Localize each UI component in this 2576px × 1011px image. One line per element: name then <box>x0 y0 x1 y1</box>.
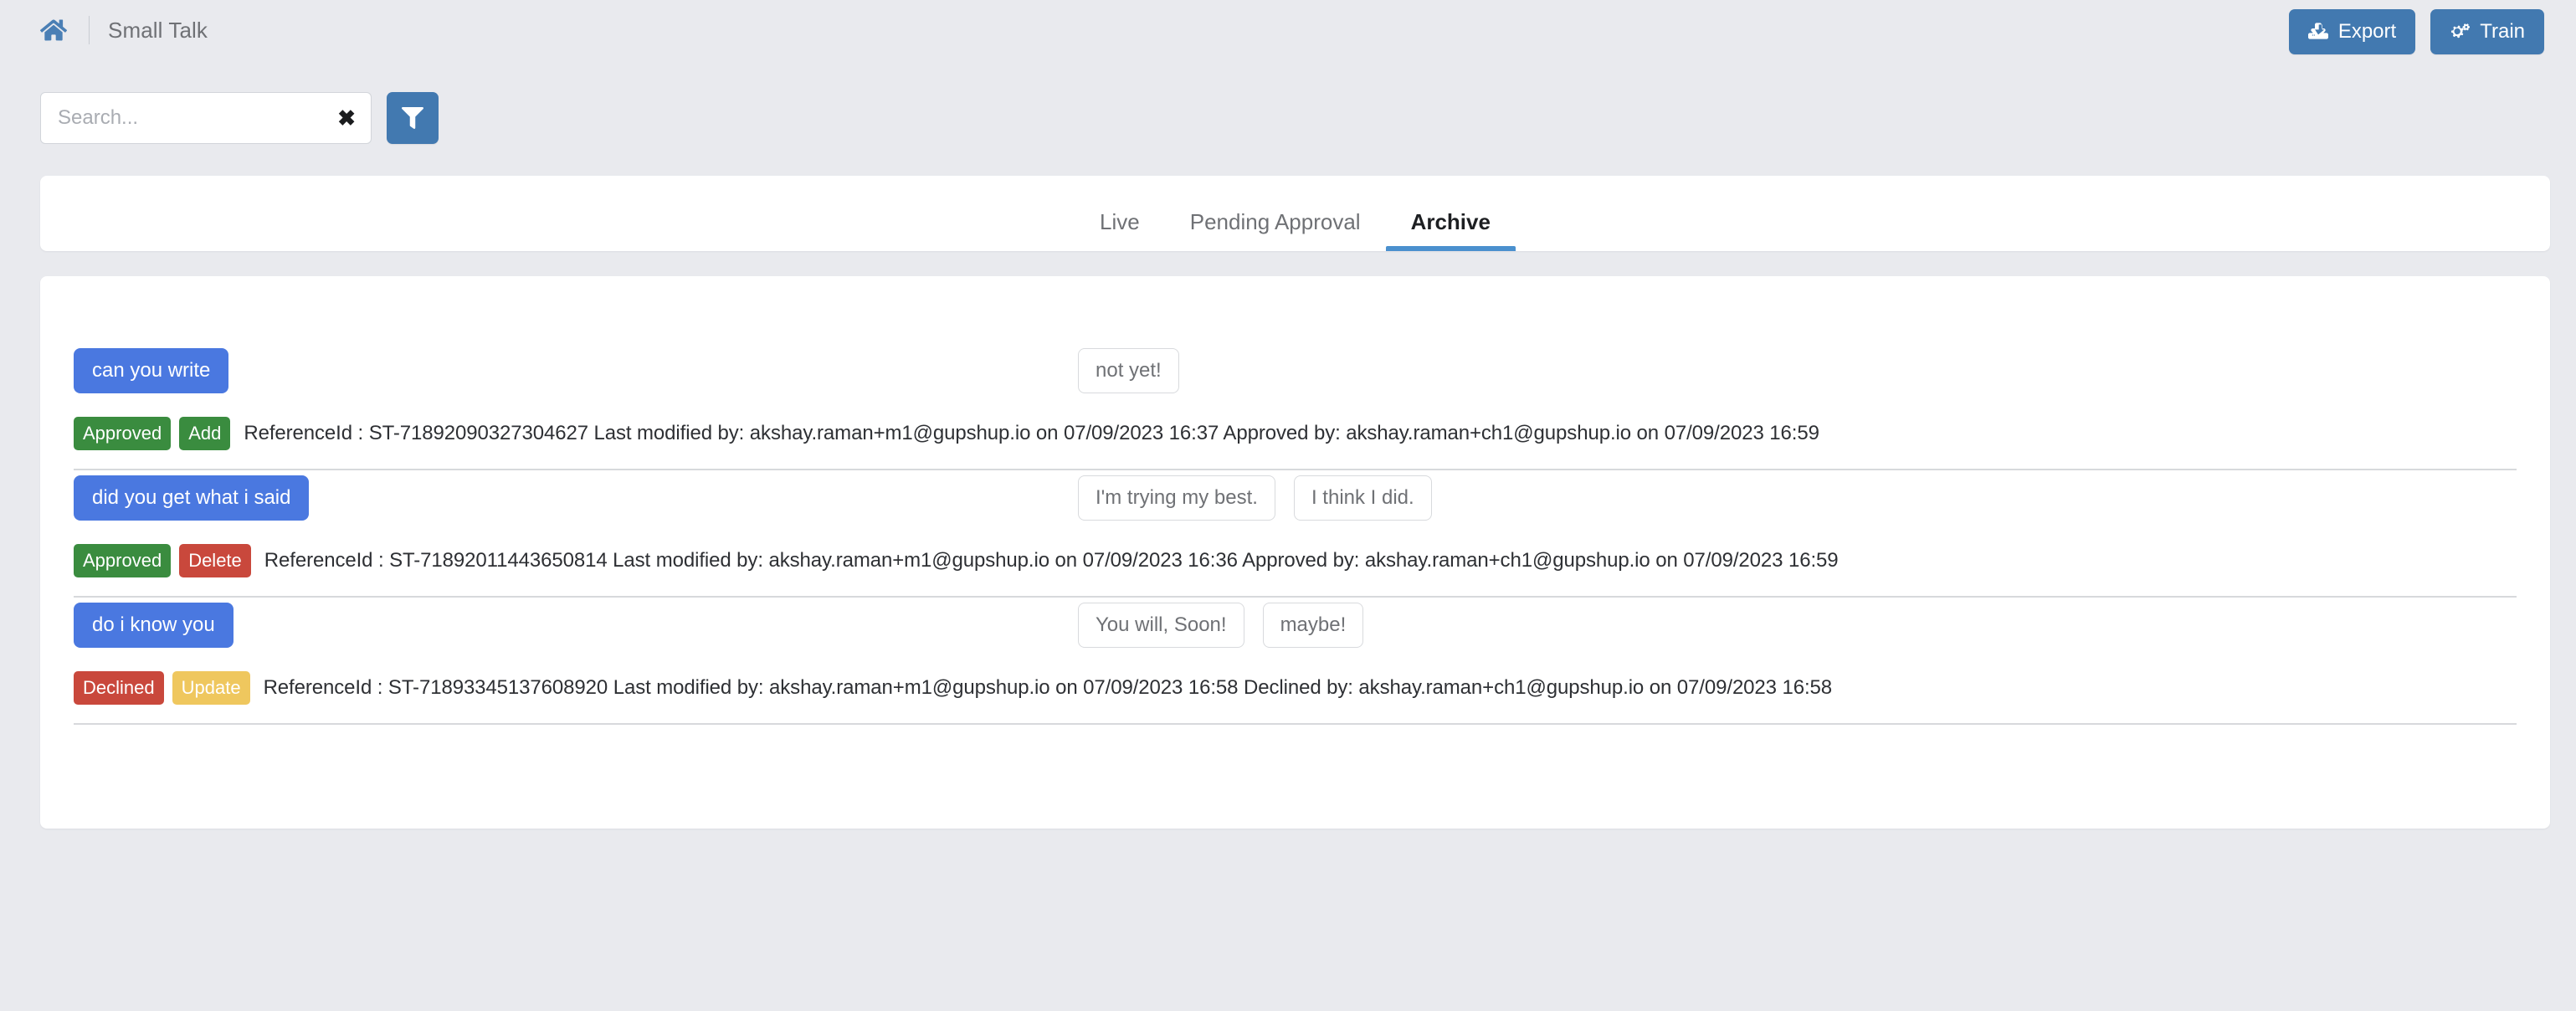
tab-list: Live Pending Approval Archive <box>1075 211 1516 251</box>
app-root: Small Talk Export Train Search... ✖ Live… <box>0 0 2576 1011</box>
search-toolbar: ✖ <box>40 92 439 144</box>
tabs-card: Live Pending Approval Archive <box>40 176 2550 251</box>
row-meta: Declined Update ReferenceId : ST-7189334… <box>74 671 2517 705</box>
status-badge: Approved <box>74 417 172 450</box>
qa-line: can you write not yet! <box>74 343 2517 398</box>
home-icon[interactable] <box>40 16 69 44</box>
search-field-wrapper: ✖ <box>40 92 372 144</box>
row-meta-text: ReferenceId : ST-71893345137608920 Last … <box>263 676 1833 699</box>
table-row: do i know you You will, Soon! maybe! Dec… <box>74 598 2517 725</box>
train-button[interactable]: Train <box>2430 9 2544 54</box>
status-badge: Approved <box>74 544 172 577</box>
row-meta: Approved Delete ReferenceId : ST-7189201… <box>74 544 2517 577</box>
search-input[interactable] <box>41 93 371 143</box>
status-badge: Declined <box>74 671 164 705</box>
answer-bubble[interactable]: maybe! <box>1262 602 1364 649</box>
question-column: did you get what i said <box>74 475 1078 521</box>
breadcrumb: Small Talk <box>40 12 208 49</box>
filter-icon <box>402 107 423 129</box>
answer-bubble[interactable]: I'm trying my best. <box>1078 475 1275 521</box>
answer-column: You will, Soon! maybe! <box>1078 602 1364 649</box>
table-row: can you write not yet! Approved Add Refe… <box>74 343 2517 470</box>
answer-bubble[interactable]: You will, Soon! <box>1078 602 1244 649</box>
qa-line: do i know you You will, Soon! maybe! <box>74 598 2517 653</box>
tab-live[interactable]: Live <box>1075 211 1165 251</box>
question-bubble[interactable]: can you write <box>74 347 229 394</box>
question-bubble[interactable]: do i know you <box>74 602 233 649</box>
export-button[interactable]: Export <box>2288 9 2416 54</box>
archive-list-card: can you write not yet! Approved Add Refe… <box>40 276 2550 829</box>
cogs-icon <box>2450 22 2471 42</box>
tab-archive[interactable]: Archive <box>1385 211 1516 251</box>
row-meta: Approved Add ReferenceId : ST-7189209032… <box>74 417 2517 450</box>
app-header: Small Talk Export Train <box>0 0 2576 71</box>
question-bubble[interactable]: did you get what i said <box>74 475 310 521</box>
row-meta-text: ReferenceId : ST-71892011443650814 Last … <box>264 549 1839 572</box>
action-badge: Update <box>172 671 250 705</box>
qa-line: did you get what i said I'm trying my be… <box>74 470 2517 526</box>
row-divider <box>74 723 2517 725</box>
row-meta-text: ReferenceId : ST-71892090327304627 Last … <box>244 422 1819 444</box>
breadcrumb-separator <box>89 16 90 44</box>
upload-icon <box>2307 22 2328 42</box>
answer-column: I'm trying my best. I think I did. <box>1078 475 1432 521</box>
page-title: Small Talk <box>108 17 208 43</box>
answer-column: not yet! <box>1078 347 1179 394</box>
clear-search-icon[interactable]: ✖ <box>337 107 356 129</box>
action-badge: Add <box>179 417 231 450</box>
export-button-label: Export <box>2337 20 2397 43</box>
answer-bubble[interactable]: not yet! <box>1078 347 1179 394</box>
header-actions: Export Train <box>2288 9 2544 54</box>
tab-pending-approval[interactable]: Pending Approval <box>1165 211 1386 251</box>
question-column: do i know you <box>74 602 1078 649</box>
question-column: can you write <box>74 347 1078 394</box>
table-row: did you get what i said I'm trying my be… <box>74 470 2517 598</box>
answer-bubble[interactable]: I think I did. <box>1293 475 1432 521</box>
filter-button[interactable] <box>387 92 439 144</box>
action-badge: Delete <box>179 544 251 577</box>
train-button-label: Train <box>2480 20 2525 43</box>
